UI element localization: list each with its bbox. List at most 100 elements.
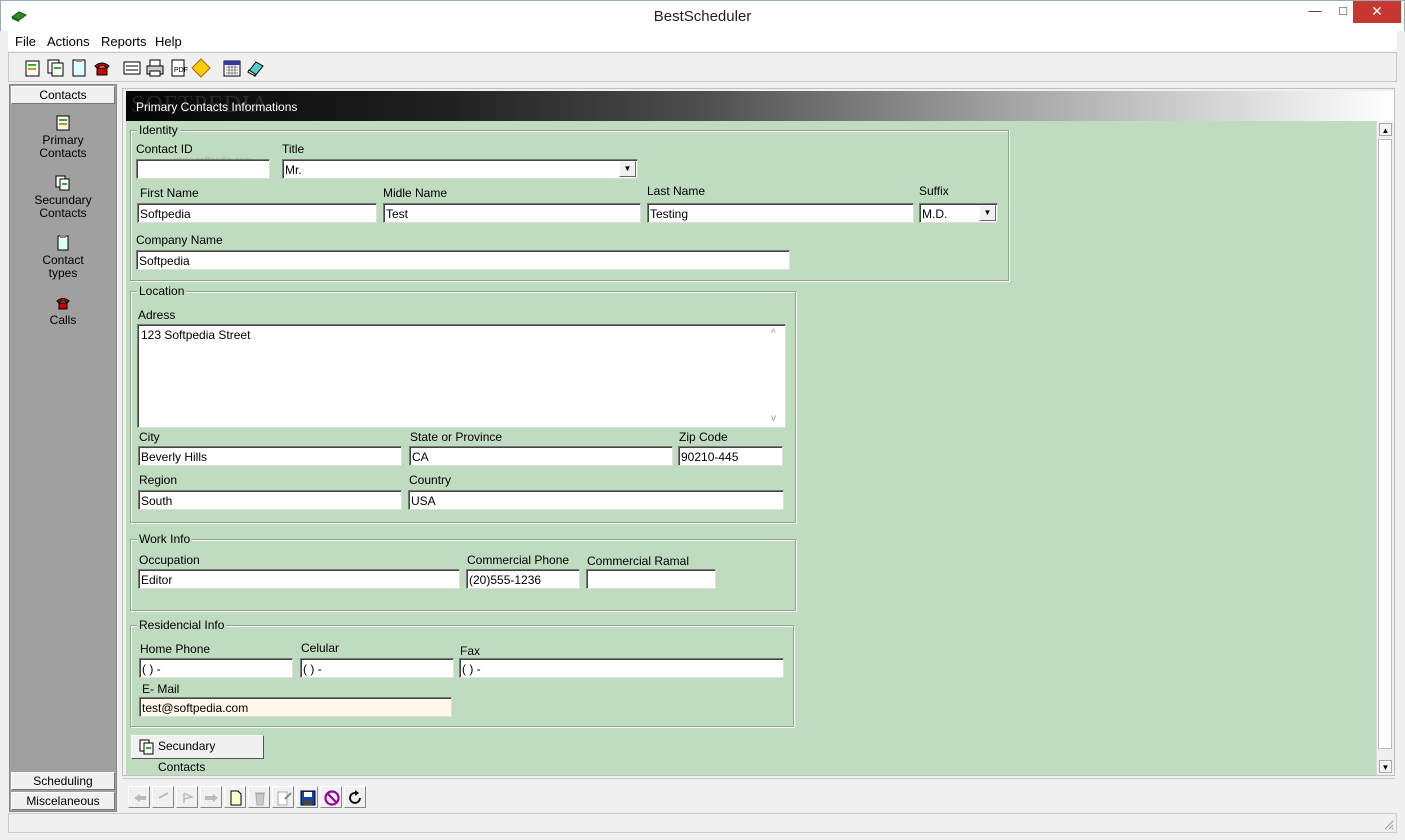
edit-record-icon[interactable] — [272, 786, 294, 808]
celular-label: Celular — [301, 641, 340, 655]
residencial-info-legend: Residencial Info — [137, 618, 227, 632]
panel-title: Primary Contacts Informations — [136, 100, 298, 114]
contact-types-icon[interactable] — [69, 58, 89, 78]
state-field[interactable]: CA — [409, 446, 673, 466]
country-label: Country — [409, 473, 452, 487]
warning-diamond-icon[interactable] — [191, 58, 211, 78]
email-field[interactable]: test@softpedia.com — [139, 697, 452, 717]
commercial-ramal-label: Commercial Ramal — [587, 554, 690, 568]
panel-header: SOFTPEDIA Primary Contacts Informations — [126, 91, 1394, 121]
title-select[interactable]: Mr. ▼ — [282, 159, 638, 179]
contact-id-field[interactable] — [136, 159, 270, 179]
first-name-field[interactable]: Softpedia — [137, 203, 377, 223]
prev-record-icon[interactable] — [152, 786, 174, 808]
address-scrollbar[interactable]: ^ v — [768, 326, 784, 426]
region-field[interactable]: South — [138, 490, 402, 510]
menu-reports[interactable]: Reports — [101, 34, 147, 49]
form-scrollbar[interactable]: ▲ ▼ — [1376, 121, 1393, 775]
location-group: Location Adress 123 Softpedia Street ^ v … — [130, 284, 796, 523]
sidebar-item-secundary-contacts[interactable]: Secundary Contacts — [12, 175, 114, 220]
eraser-icon[interactable] — [245, 58, 265, 78]
chevron-down-icon[interactable]: ▼ — [619, 161, 636, 177]
region-label: Region — [139, 473, 178, 487]
sidebar-item-calls[interactable]: Calls — [12, 295, 114, 327]
calendar-icon[interactable] — [222, 58, 242, 78]
last-name-field[interactable]: Testing — [647, 203, 914, 223]
sidebar-item-primary-contacts[interactable]: Primary Contacts — [12, 115, 114, 160]
menu-file[interactable]: File — [15, 34, 36, 49]
contact-id-label: Contact ID — [136, 142, 193, 156]
chevron-up-icon[interactable]: ^ — [771, 328, 776, 339]
scroll-down-icon[interactable]: ▼ — [1379, 760, 1392, 773]
suffix-select[interactable]: M.D. ▼ — [919, 203, 998, 223]
identity-group: Identity Contact ID Title Mr. ▼ First Nam… — [130, 123, 1009, 281]
sidebar-item-contact-types[interactable]: Contact types — [12, 235, 114, 280]
primary-contacts-icon[interactable] — [23, 58, 43, 78]
secundary-contacts-button[interactable]: Secundary Contacts — [131, 735, 264, 774]
minimize-button[interactable]: — — [1301, 1, 1329, 23]
celular-field[interactable]: ( ) - — [300, 658, 454, 678]
address-textarea[interactable]: 123 Softpedia Street ^ v — [137, 324, 786, 428]
first-record-icon[interactable] — [128, 786, 150, 808]
commercial-phone-label: Commercial Phone — [467, 553, 570, 567]
city-label: City — [139, 430, 160, 444]
title-label: Title — [282, 142, 305, 156]
report-icon[interactable]: PDF — [168, 58, 188, 78]
middle-name-field[interactable]: Test — [383, 203, 641, 223]
work-info-group: Work Info Occupation Editor Commercial P… — [130, 532, 796, 611]
commercial-ramal-field[interactable] — [586, 569, 716, 589]
calls-icon[interactable] — [92, 58, 112, 78]
chevron-down-icon[interactable]: ▼ — [979, 205, 996, 221]
new-record-icon[interactable] — [224, 786, 246, 808]
main-panel: SOFTPEDIA Primary Contacts Informations … — [122, 88, 1395, 776]
close-button[interactable]: ✕ — [1353, 1, 1401, 23]
company-field[interactable]: Softpedia — [136, 250, 790, 270]
sidebar-header-miscelaneous[interactable]: Miscelaneous — [11, 792, 115, 810]
menu-actions[interactable]: Actions — [47, 34, 90, 49]
state-label: State or Province — [410, 430, 503, 444]
residencial-info-group: Residencial Info Home Phone ( ) - Celula… — [130, 618, 794, 727]
home-phone-field[interactable]: ( ) - — [139, 658, 293, 678]
occupation-label: Occupation — [139, 553, 200, 567]
country-field[interactable]: USA — [408, 490, 784, 510]
location-legend: Location — [137, 284, 187, 298]
fax-label: Fax — [460, 644, 481, 658]
company-label: Company Name — [136, 233, 223, 247]
last-name-label: Last Name — [647, 184, 706, 198]
secondary-contacts-icon[interactable] — [46, 58, 66, 78]
first-name-label: First Name — [140, 186, 199, 200]
next-record-icon[interactable] — [176, 786, 198, 808]
print-icon[interactable] — [145, 58, 165, 78]
commercial-phone-field[interactable]: (20)555-1236 — [466, 569, 580, 589]
status-bar — [8, 813, 1397, 833]
save-icon[interactable] — [296, 786, 318, 808]
zip-field[interactable]: 90210-445 — [678, 446, 783, 466]
secondary-contacts-icon — [55, 175, 70, 191]
middle-name-label: Midle Name — [383, 186, 448, 200]
record-navigator — [122, 778, 1395, 810]
menu-help[interactable]: Help — [155, 34, 182, 49]
email-label: E- Mail — [142, 682, 180, 696]
identity-legend: Identity — [137, 123, 180, 137]
calls-icon — [56, 298, 70, 310]
scroll-thumb[interactable] — [1378, 139, 1392, 749]
cancel-icon[interactable] — [320, 786, 342, 808]
contact-types-icon — [57, 235, 69, 251]
city-field[interactable]: Beverly Hills — [138, 446, 402, 466]
resize-grip-icon[interactable] — [1382, 818, 1394, 830]
occupation-field[interactable]: Editor — [138, 569, 460, 589]
suffix-label: Suffix — [919, 184, 949, 198]
sidebar-header-scheduling[interactable]: Scheduling — [11, 772, 115, 790]
fax-field[interactable]: ( ) - — [459, 658, 784, 678]
notes-icon[interactable] — [122, 58, 142, 78]
delete-record-icon[interactable] — [248, 786, 270, 808]
scroll-up-icon[interactable]: ▲ — [1379, 123, 1392, 136]
last-record-icon[interactable] — [200, 786, 222, 808]
chevron-down-icon[interactable]: v — [771, 413, 776, 424]
menu-bar: File Actions Reports Help — [8, 31, 1397, 51]
refresh-icon[interactable] — [344, 786, 366, 808]
form-area: www.softpedia.com Identity Contact ID Ti… — [126, 121, 1376, 775]
window-title: BestScheduler — [653, 8, 752, 25]
sidebar-header-contacts[interactable]: Contacts — [11, 86, 115, 104]
title-bar: BestScheduler — □ ✕ — [0, 0, 1405, 31]
